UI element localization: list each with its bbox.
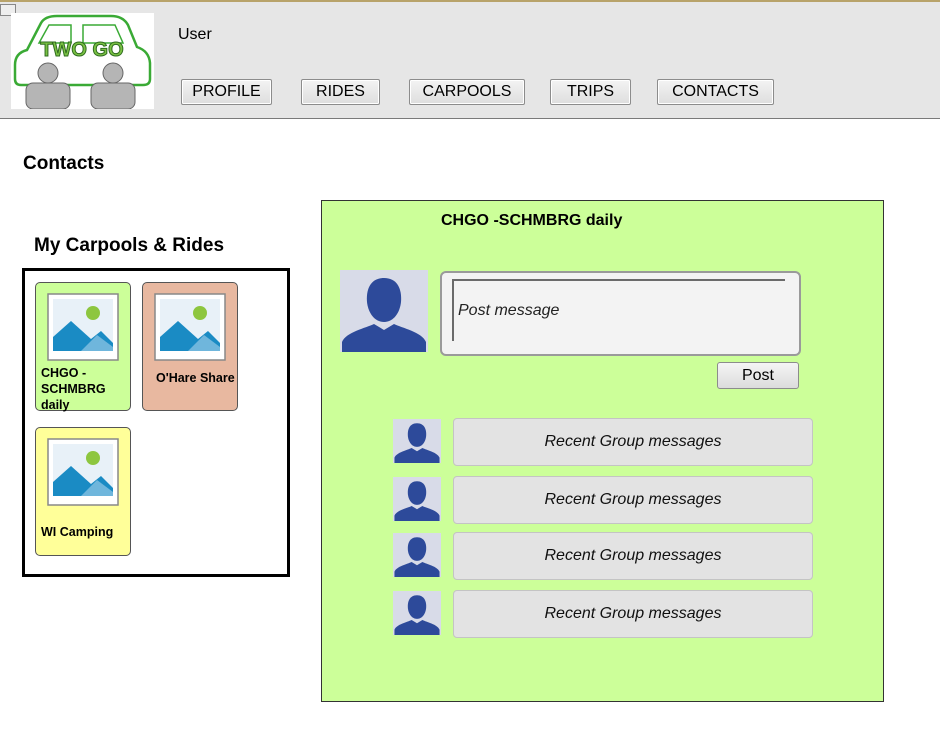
- window-top-line: [0, 0, 940, 2]
- carpools-section-title: My Carpools & Rides: [34, 235, 225, 256]
- carpool-card-label: WI Camping: [41, 525, 114, 539]
- app-header: TWO GO User PROFILE RIDES CARPOOLS TRIPS…: [0, 0, 940, 119]
- person-avatar-icon: [393, 591, 441, 635]
- group-title: CHGO -SCHMBRG daily: [441, 212, 623, 229]
- nav-profile-button[interactable]: PROFILE: [181, 79, 272, 105]
- image-placeholder-icon: [47, 293, 119, 361]
- nav-carpools-button[interactable]: CARPOOLS: [409, 79, 525, 105]
- group-message[interactable]: Recent Group messages: [453, 532, 813, 580]
- user-label[interactable]: User: [178, 26, 212, 44]
- carpool-card-wi-camping[interactable]: WI Camping: [35, 427, 131, 556]
- carpool-card-chgo[interactable]: CHGO - SCHMBRG daily: [35, 282, 131, 412]
- person-avatar-icon: [393, 477, 441, 521]
- person-avatar-icon: [340, 270, 428, 352]
- nav-contacts-button[interactable]: CONTACTS: [657, 79, 774, 105]
- carpool-card-label: O'Hare Share: [156, 371, 235, 385]
- carpool-card-ohare[interactable]: O'Hare Share: [142, 282, 238, 411]
- group-message[interactable]: Recent Group messages: [453, 476, 813, 524]
- image-placeholder-icon: [47, 438, 119, 506]
- page-title: Contacts: [23, 153, 105, 174]
- car-logo: TWO GO: [13, 14, 152, 110]
- image-placeholder-icon: [154, 293, 226, 361]
- nav-trips-button[interactable]: TRIPS: [550, 79, 631, 105]
- logo-text: TWO GO: [40, 39, 123, 61]
- person-avatar-icon: [393, 419, 441, 463]
- post-button[interactable]: Post: [717, 362, 799, 389]
- nav-rides-button[interactable]: RIDES: [301, 79, 380, 105]
- group-message[interactable]: Recent Group messages: [453, 418, 813, 466]
- carpool-card-label: CHGO - SCHMBRG daily: [41, 366, 106, 412]
- person-avatar-icon: [393, 533, 441, 577]
- group-message[interactable]: Recent Group messages: [453, 590, 813, 638]
- post-message-input[interactable]: [452, 279, 785, 341]
- two-go-logo[interactable]: TWO GO: [11, 13, 154, 110]
